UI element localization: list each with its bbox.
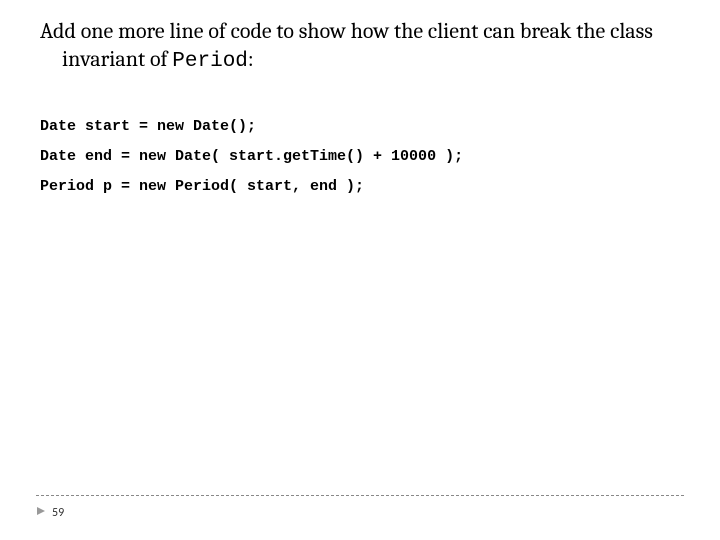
code-line-2: Date end = new Date( start.getTime() + 1… (40, 148, 463, 165)
play-icon (36, 506, 46, 520)
prompt-text: Add one more line of code to show how th… (40, 18, 680, 75)
heading-line1: Add one more line of code to show how th… (40, 18, 571, 44)
page-number-container: 59 (36, 506, 64, 520)
code-block: Date start = new Date(); Date end = new … (40, 112, 680, 202)
heading-mono: Period (172, 50, 248, 73)
slide: Add one more line of code to show how th… (0, 0, 720, 540)
footer: 59 (36, 495, 684, 520)
code-line-3: Period p = new Period( start, end ); (40, 178, 364, 195)
page-number: 59 (52, 506, 64, 520)
heading-line2-suffix: : (248, 46, 254, 72)
code-line-1: Date start = new Date(); (40, 118, 256, 135)
